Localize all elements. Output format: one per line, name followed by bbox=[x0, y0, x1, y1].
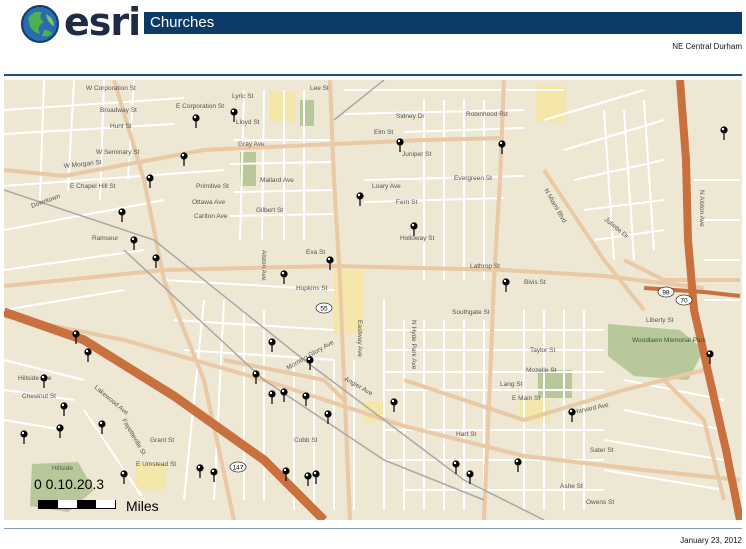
scale-bar: 0 0.10.20.3 Miles bbox=[34, 476, 194, 516]
street-label: Grant St bbox=[150, 437, 174, 444]
street-label: N Alston Ave bbox=[698, 190, 705, 227]
esri-logo: esri bbox=[20, 0, 141, 46]
street-label: W Seminary St bbox=[96, 149, 140, 156]
street-label: Hunt St bbox=[110, 123, 132, 130]
svg-text:55: 55 bbox=[320, 305, 328, 312]
street-label: Taylor St bbox=[530, 347, 555, 354]
street-label: Juniper St bbox=[402, 151, 431, 158]
street-label: Southgate St bbox=[452, 309, 490, 316]
street-label: Liberty St bbox=[646, 317, 674, 324]
street-label: Carlton Ave bbox=[194, 213, 228, 220]
scale-ticks: 0 0.10.20.3 bbox=[34, 476, 105, 492]
street-label: Eastway Ave bbox=[356, 320, 363, 357]
street-label: Chestnut St bbox=[22, 393, 56, 400]
page-title: Churches bbox=[150, 14, 215, 31]
street-label: E Chapel Hill St bbox=[70, 183, 116, 190]
street-label: E Umstead St bbox=[136, 461, 176, 468]
street-label: Gray Ave bbox=[238, 141, 265, 148]
church-map[interactable]: W Corporation St E Corporation St Lyric St… bbox=[4, 80, 742, 520]
street-label: Eva St bbox=[306, 249, 325, 256]
route-shield: 98 bbox=[657, 286, 675, 298]
street-label: Hart St bbox=[456, 431, 476, 438]
route-shield: 147 bbox=[229, 461, 247, 473]
street-label: Woodlawn Memorial Park bbox=[632, 337, 707, 344]
globe-icon bbox=[21, 5, 59, 43]
street-label: Lang St bbox=[500, 381, 523, 388]
street-label: Bivis St bbox=[524, 279, 546, 286]
street-label: Lyric St bbox=[232, 93, 254, 100]
street-label: Alston Ave bbox=[260, 250, 267, 281]
street-label: Robinhood Rd bbox=[466, 111, 508, 118]
street-label: Primitive St bbox=[196, 183, 229, 190]
scale-units: Miles bbox=[126, 498, 159, 514]
street-label: Hopkins St bbox=[296, 285, 328, 292]
street-label: Mozelle St bbox=[526, 367, 557, 374]
street-label: Mallard Ave bbox=[260, 177, 294, 184]
route-shield: 70 bbox=[675, 294, 693, 306]
street-label: Broadway St bbox=[100, 107, 137, 114]
map-area-subtitle: NE Central Durham bbox=[672, 42, 742, 51]
street-label: E Main St bbox=[512, 395, 540, 402]
street-label: Holloway St bbox=[400, 235, 435, 242]
svg-text:70: 70 bbox=[680, 297, 688, 304]
svg-text:98: 98 bbox=[662, 289, 670, 296]
report-header: esri Churches NE Central Durham bbox=[0, 0, 746, 60]
street-label: Lloyd St bbox=[236, 119, 260, 126]
scale-graphic bbox=[38, 500, 116, 509]
title-bar: Churches bbox=[144, 12, 742, 34]
street-label: Sidney Dr bbox=[396, 113, 425, 120]
map-land bbox=[4, 80, 742, 520]
bottom-divider bbox=[4, 528, 742, 529]
street-label: Owens St bbox=[586, 499, 614, 506]
street-label: Elm St bbox=[374, 129, 393, 136]
street-label: Ramseur bbox=[92, 235, 119, 242]
brand-wordmark: esri bbox=[64, 0, 141, 44]
building-block bbox=[536, 86, 566, 122]
street-label: Hillside bbox=[52, 465, 73, 472]
street-label: Ottawa Ave bbox=[192, 199, 226, 206]
street-label: Lathrop St bbox=[470, 263, 500, 270]
street-label: N Hyde Park Ave bbox=[410, 320, 417, 370]
street-label: Fern St bbox=[396, 199, 418, 206]
street-label: Sater St bbox=[590, 447, 614, 454]
route-shield: 55 bbox=[315, 302, 333, 314]
park-patch bbox=[300, 100, 314, 126]
print-date: January 23, 2012 bbox=[680, 536, 742, 545]
street-label: Ashe St bbox=[560, 483, 583, 490]
street-label: Cobb St bbox=[294, 437, 318, 444]
street-label: W Corporation St bbox=[86, 85, 136, 92]
street-label: E Corporation St bbox=[176, 103, 224, 110]
svg-text:147: 147 bbox=[233, 464, 244, 471]
street-label: Lee St bbox=[310, 85, 329, 92]
top-divider bbox=[4, 74, 742, 76]
street-label: Gilbert St bbox=[256, 207, 283, 214]
street-label: Loary Ave bbox=[372, 183, 401, 190]
street-label: Evergreen St bbox=[454, 175, 492, 182]
